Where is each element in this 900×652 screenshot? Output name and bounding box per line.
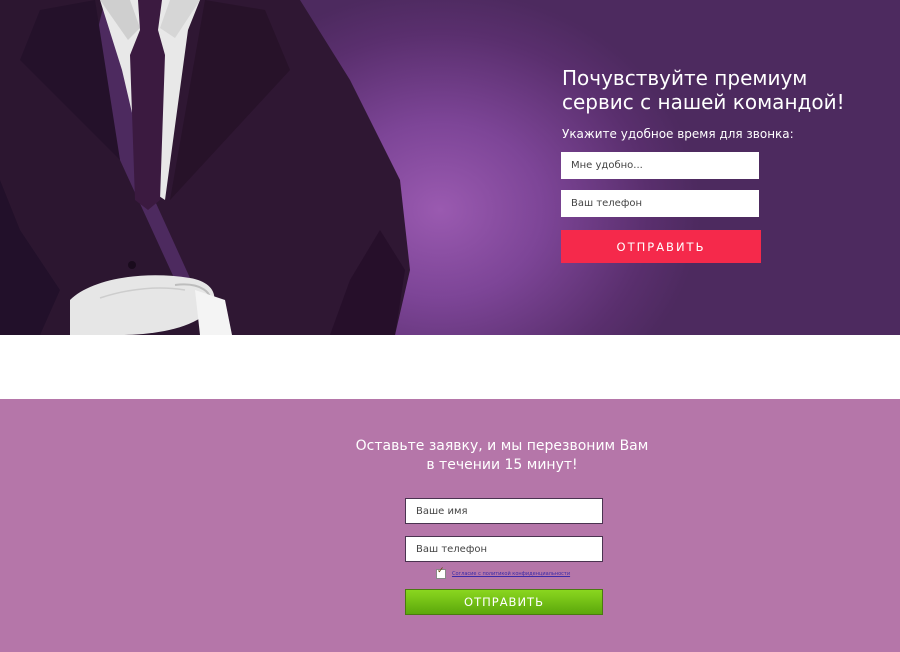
callback-form-section: Оставьте заявку, и мы перезвоним Вам в т… [0, 399, 900, 652]
hero-subtitle: Укажите удобное время для звонка: [562, 127, 794, 141]
callback-heading: Оставьте заявку, и мы перезвоним Вам в т… [300, 437, 704, 475]
privacy-policy-link[interactable]: Согласие с политикой конфиденциальности [452, 571, 570, 577]
callback-submit-button[interactable]: ОТПРАВИТЬ [405, 589, 603, 615]
call-time-input[interactable] [561, 152, 759, 179]
hero-phone-input[interactable] [561, 190, 759, 217]
hero-submit-button[interactable]: ОТПРАВИТЬ [561, 230, 761, 263]
callback-heading-line2: в течении 15 минут! [426, 457, 578, 473]
businessman-photo [0, 0, 410, 335]
consent-row: Согласие с политикой конфиденциальности [436, 566, 570, 579]
name-input[interactable] [405, 498, 603, 524]
hero-title: Почувствуйте премиум сервис с нашей кома… [562, 66, 845, 114]
hero-section: Почувствуйте премиум сервис с нашей кома… [0, 0, 900, 335]
callback-phone-input[interactable] [405, 536, 603, 562]
callback-heading-line1: Оставьте заявку, и мы перезвоним Вам [355, 438, 649, 454]
consent-checkbox[interactable] [436, 566, 446, 579]
